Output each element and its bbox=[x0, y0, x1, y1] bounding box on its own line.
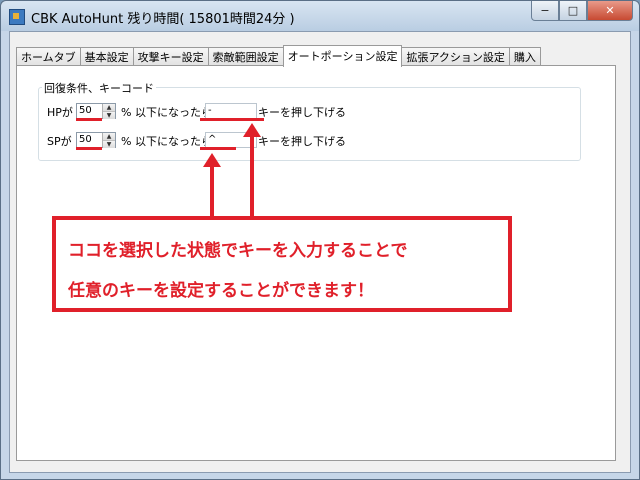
tab-extended-action-settings[interactable]: 拡張アクション設定 bbox=[401, 47, 510, 67]
callout-line-1: ココを選択した状態でキーを入力することで bbox=[68, 241, 408, 261]
tab-basic-settings[interactable]: 基本設定 bbox=[79, 47, 134, 67]
sp-condition-text: % 以下になったら bbox=[121, 135, 212, 148]
tab-auto-potion-settings[interactable]: オートポーション設定 bbox=[282, 45, 403, 67]
sp-label: SPが bbox=[47, 135, 72, 148]
callout-line-2: 任意のキーを設定することができます！ bbox=[68, 281, 374, 301]
tab-home[interactable]: ホームタブ bbox=[16, 47, 81, 67]
hp-threshold-stepper[interactable]: 50 ▲ ▼ bbox=[76, 103, 116, 119]
hp-label: HPが bbox=[47, 106, 73, 119]
sp-threshold-stepper[interactable]: 50 ▲ ▼ bbox=[76, 132, 116, 148]
tab-attack-key-settings[interactable]: 攻撃キー設定 bbox=[132, 47, 209, 67]
hp-key-underline bbox=[200, 118, 264, 121]
tab-purchase[interactable]: 購入 bbox=[508, 47, 541, 67]
hp-stepper-up-icon[interactable]: ▲ bbox=[103, 104, 115, 112]
hp-action-text: キーを押し下げる bbox=[258, 106, 346, 119]
recovery-group-title: 回復条件、キーコード bbox=[42, 80, 156, 96]
window-controls: − □ ✕ bbox=[531, 1, 633, 21]
sp-value-underline bbox=[76, 147, 102, 150]
arrow-sp-shaft bbox=[210, 166, 214, 216]
arrow-up-hp-icon bbox=[243, 123, 261, 137]
hp-value-underline bbox=[76, 118, 102, 121]
arrow-hp-shaft bbox=[250, 136, 254, 216]
hp-threshold-value: 50 bbox=[79, 105, 92, 116]
hp-stepper-buttons: ▲ ▼ bbox=[102, 104, 115, 119]
title-bar[interactable]: CBK AutoHunt 残り時間( 15801時間24分 ) − □ ✕ bbox=[1, 1, 639, 31]
arrow-up-sp-icon bbox=[203, 153, 221, 167]
window-title: CBK AutoHunt 残り時間( 15801時間24分 ) bbox=[31, 12, 295, 27]
hp-key-field[interactable]: - bbox=[205, 103, 257, 119]
sp-threshold-value: 50 bbox=[79, 134, 92, 145]
sp-stepper-buttons: ▲ ▼ bbox=[102, 133, 115, 148]
app-icon bbox=[9, 9, 25, 25]
recovery-group-box bbox=[38, 87, 581, 161]
sp-stepper-up-icon[interactable]: ▲ bbox=[103, 133, 115, 141]
sp-key-underline bbox=[200, 147, 236, 150]
annotation-callout: ココを選択した状態でキーを入力することで 任意のキーを設定することができます！ bbox=[52, 216, 512, 312]
hp-stepper-down-icon[interactable]: ▼ bbox=[103, 112, 115, 119]
tab-strip: ホームタブ 基本設定 攻撃キー設定 索敵範囲設定 オートポーション設定 拡張アク… bbox=[16, 45, 541, 67]
tab-search-range-settings[interactable]: 索敵範囲設定 bbox=[207, 47, 284, 67]
sp-action-text: キーを押し下げる bbox=[258, 135, 346, 148]
sp-stepper-down-icon[interactable]: ▼ bbox=[103, 141, 115, 148]
minimize-button[interactable]: − bbox=[531, 1, 559, 21]
maximize-button[interactable]: □ bbox=[559, 1, 587, 21]
close-button[interactable]: ✕ bbox=[587, 1, 633, 21]
hp-condition-text: % 以下になったら bbox=[121, 106, 212, 119]
